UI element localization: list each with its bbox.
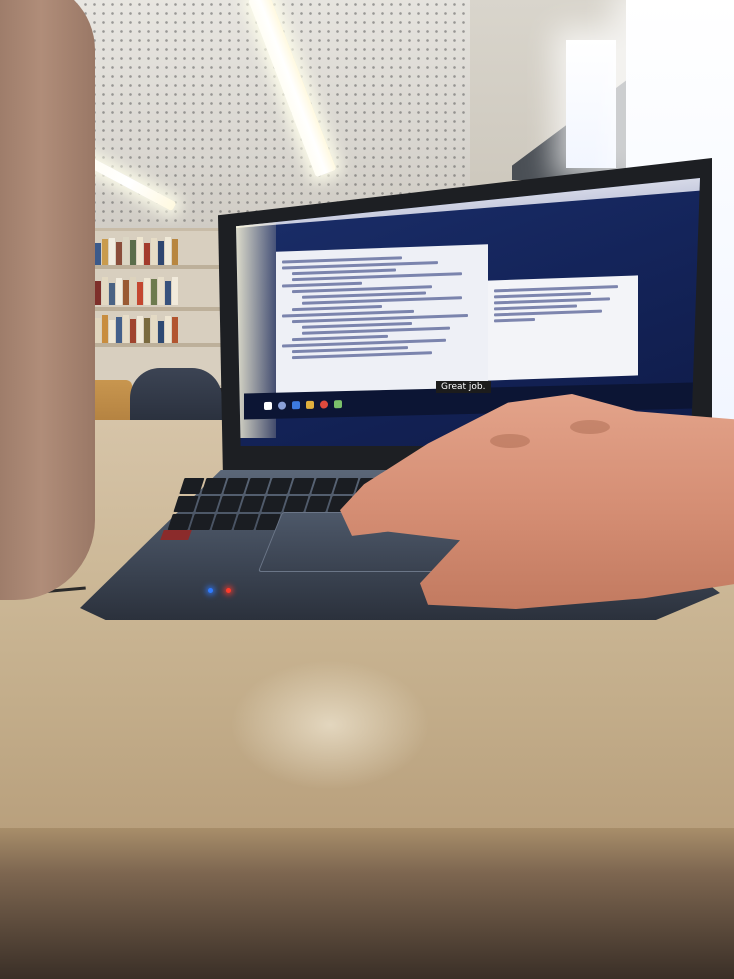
book (137, 282, 143, 305)
desk-reflection (230, 660, 430, 790)
key (245, 478, 271, 494)
code-line (292, 334, 388, 342)
book (116, 278, 122, 305)
book (109, 283, 115, 305)
shelf-board (77, 265, 221, 269)
knuckle (570, 420, 610, 434)
book (144, 278, 150, 305)
key (267, 478, 293, 494)
console-line (494, 285, 619, 293)
key (173, 496, 199, 512)
book (116, 317, 122, 343)
browser-icon (320, 400, 328, 409)
book (172, 239, 178, 265)
book (102, 315, 108, 343)
book (144, 243, 150, 265)
shelf-board (77, 343, 221, 347)
console-line (494, 297, 610, 305)
book (130, 277, 136, 305)
code-line (292, 351, 432, 360)
book (165, 316, 171, 343)
window-1 (566, 40, 616, 168)
book-row (81, 313, 221, 343)
key (223, 478, 249, 494)
code-line (282, 281, 362, 288)
shelf-board (77, 307, 221, 311)
key (179, 478, 205, 494)
key (305, 496, 331, 512)
book (95, 318, 101, 343)
book (172, 277, 178, 305)
desk-edge (0, 828, 734, 979)
knuckle (490, 434, 530, 448)
key (217, 496, 243, 512)
book (144, 318, 150, 343)
book (95, 243, 101, 265)
book (137, 316, 143, 343)
book (151, 315, 157, 343)
key (233, 514, 259, 530)
code-editor-pane (276, 244, 488, 400)
key (289, 478, 315, 494)
book-row (81, 275, 221, 305)
book (172, 317, 178, 343)
key (333, 478, 359, 494)
taskbar-app-icon (334, 400, 342, 409)
book (151, 238, 157, 265)
bookshelf (74, 228, 224, 388)
key (239, 496, 265, 512)
book (102, 239, 108, 265)
book (158, 241, 164, 265)
key (167, 514, 193, 530)
key (201, 478, 227, 494)
book (109, 320, 115, 343)
book (158, 321, 164, 343)
key (211, 514, 237, 530)
book-row (81, 235, 221, 265)
book (165, 281, 171, 305)
book (123, 237, 129, 265)
book (151, 279, 157, 305)
book (137, 237, 143, 265)
book (116, 242, 122, 265)
book (130, 319, 136, 343)
photo-scene: Great job. (0, 0, 734, 979)
console-line (494, 309, 602, 317)
search-icon (278, 401, 286, 410)
laptop-sticker (160, 530, 192, 540)
toast-message: Great job. (436, 381, 491, 393)
key (195, 496, 221, 512)
windows-start-icon (264, 401, 272, 411)
key (189, 514, 215, 530)
book (123, 280, 129, 305)
book (165, 237, 171, 265)
power-led (208, 588, 213, 593)
console-line (494, 304, 577, 311)
book (102, 277, 108, 305)
key (311, 478, 337, 494)
book (130, 240, 136, 265)
status-led (226, 588, 231, 593)
code-line (292, 305, 382, 312)
left-arm (0, 0, 95, 600)
folder-icon (306, 400, 314, 409)
key (283, 496, 309, 512)
book (158, 277, 164, 305)
console-pane (488, 275, 638, 381)
book (109, 238, 115, 265)
taskbar-app-icon (292, 401, 300, 410)
console-line (494, 317, 536, 323)
book (95, 281, 101, 305)
key (261, 496, 287, 512)
console-line (494, 292, 591, 299)
book (123, 315, 129, 343)
